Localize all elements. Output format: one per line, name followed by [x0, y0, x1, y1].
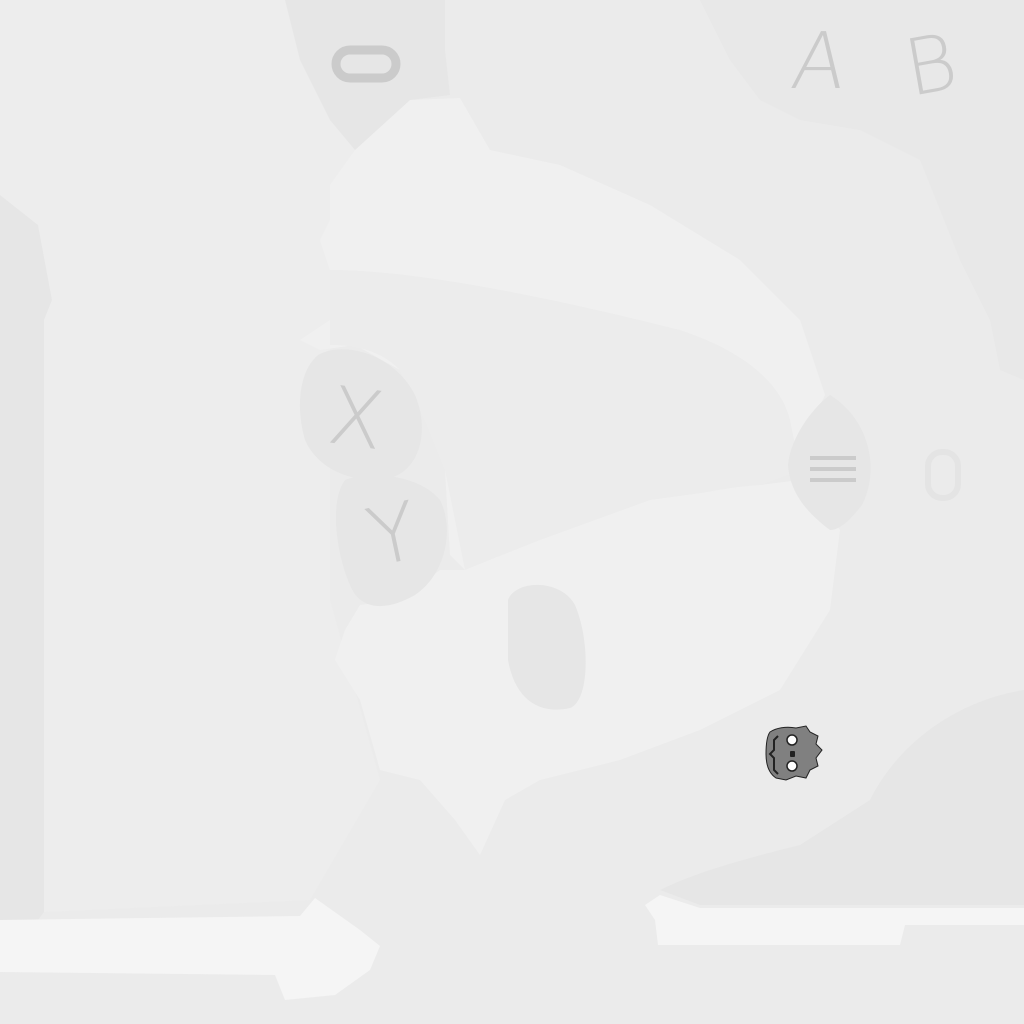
controller-mapping-canvas: A B X Y	[0, 0, 1024, 1024]
